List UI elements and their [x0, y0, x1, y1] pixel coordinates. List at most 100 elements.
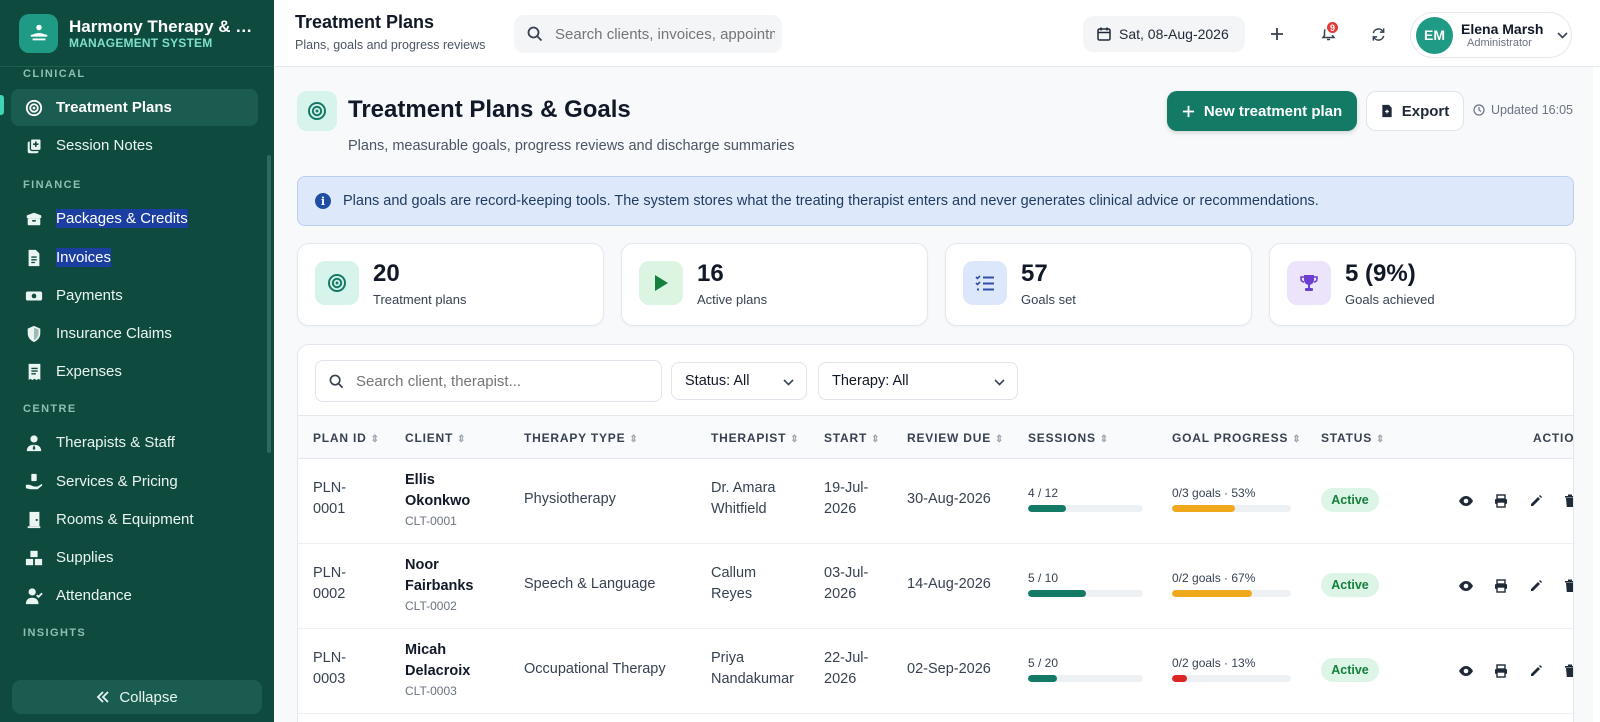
- date-picker[interactable]: Sat, 08-Aug-2026: [1083, 16, 1245, 52]
- active-indicator: [0, 95, 4, 115]
- page-right-edge: [1593, 67, 1600, 722]
- column-header-therapist[interactable]: THERAPIST ⇕: [711, 431, 799, 445]
- column-header-start[interactable]: START ⇕: [824, 431, 880, 445]
- print-button[interactable]: [1491, 491, 1511, 511]
- target-icon: [307, 101, 327, 121]
- sidebar-item-payments[interactable]: Payments: [11, 277, 258, 314]
- user-menu[interactable]: EM Elena Marsh Administrator: [1410, 12, 1572, 58]
- status-badge: Active: [1321, 658, 1379, 682]
- column-header-client[interactable]: CLIENT ⇕: [405, 431, 466, 445]
- therapist: Priya Nandakumar: [711, 650, 795, 687]
- plus-icon: [1182, 105, 1195, 118]
- stat-label: Goals achieved: [1345, 292, 1435, 307]
- sidebar-item-supplies[interactable]: Supplies: [11, 539, 258, 576]
- package-icon: [24, 209, 44, 229]
- search-icon: [329, 374, 344, 389]
- edit-button[interactable]: [1526, 491, 1546, 511]
- column-header-therapy-type[interactable]: THERAPY TYPE ⇕: [524, 431, 639, 445]
- stat-label: Treatment plans: [373, 292, 467, 307]
- goal-progress-fill: [1172, 675, 1188, 682]
- invoice-icon: [24, 248, 44, 268]
- column-header-actions: ACTIONS: [1533, 431, 1574, 445]
- global-search-input[interactable]: [555, 25, 775, 43]
- list-check-icon: [963, 261, 1007, 305]
- client-name: Micah: [405, 642, 447, 658]
- view-button[interactable]: [1456, 661, 1476, 681]
- edit-button[interactable]: [1526, 576, 1546, 596]
- stat-card-active-plans: 16 Active plans: [621, 243, 928, 326]
- eye-icon: [1459, 581, 1473, 591]
- table-search[interactable]: [315, 360, 662, 402]
- sidebar-item-packages-credits[interactable]: Packages & Credits: [11, 200, 258, 237]
- client-id: CLT-0002: [405, 599, 457, 613]
- new-treatment-plan-button[interactable]: New treatment plan: [1167, 91, 1357, 131]
- column-header-status[interactable]: STATUS ⇕: [1321, 431, 1385, 445]
- table-row[interactable]: PLN- 0001 Ellis Okonkwo CLT-0001 Physiotherap…: [298, 459, 1573, 544]
- view-button[interactable]: [1456, 491, 1476, 511]
- collapse-button[interactable]: Collapse: [12, 680, 262, 714]
- user-tie-icon: [24, 433, 44, 453]
- date-label: Sat, 08-Aug-2026: [1119, 26, 1229, 42]
- add-button[interactable]: [1265, 22, 1289, 46]
- collapse-label: Collapse: [119, 688, 178, 706]
- edit-button[interactable]: [1526, 661, 1546, 681]
- nav-section-insights: INSIGHTS: [23, 627, 87, 639]
- sidebar-scrollbar[interactable]: [267, 155, 271, 453]
- sidebar-item-invoices[interactable]: Invoices: [11, 239, 258, 276]
- sort-icon: ⇕: [1376, 434, 1386, 445]
- status-filter-select[interactable]: Status: All: [671, 362, 807, 400]
- note-add-icon: [24, 136, 44, 156]
- delete-button[interactable]: [1560, 491, 1573, 511]
- export-label: Export: [1401, 102, 1450, 120]
- new-treatment-plan-label: New treatment plan: [1203, 102, 1343, 120]
- global-search[interactable]: [514, 15, 782, 53]
- export-button[interactable]: Export: [1366, 91, 1464, 131]
- sidebar-item-session-notes[interactable]: Session Notes: [11, 127, 258, 164]
- column-header-plan-id[interactable]: PLAN ID ⇕: [313, 431, 380, 445]
- topbar-subtitle: Plans, goals and progress reviews: [295, 38, 486, 52]
- brand-logo-icon: [19, 13, 58, 53]
- avatar: EM: [1416, 16, 1453, 54]
- info-text: Plans and goals are record-keeping tools…: [343, 193, 1319, 209]
- client-cell[interactable]: Noor Fairbanks CLT-0002: [405, 555, 474, 615]
- brand-subtitle: MANAGEMENT SYSTEM: [69, 35, 213, 50]
- sidebar-item-label: Rooms & Equipment: [56, 511, 194, 528]
- client-cell[interactable]: Micah Delacroix CLT-0003: [405, 640, 470, 700]
- sidebar-item-rooms-equipment[interactable]: Rooms & Equipment: [11, 501, 258, 538]
- shield-icon: [24, 324, 44, 344]
- nav-section-centre: CENTRE: [23, 403, 77, 415]
- sidebar-item-therapists-staff[interactable]: Therapists & Staff: [11, 424, 258, 461]
- column-header-review-due[interactable]: REVIEW DUE ⇕: [907, 431, 1004, 445]
- table-search-input[interactable]: [356, 372, 646, 390]
- column-header-sessions[interactable]: SESSIONS ⇕: [1028, 431, 1109, 445]
- sidebar-item-insurance-claims[interactable]: Insurance Claims: [11, 315, 258, 352]
- delete-button[interactable]: [1560, 576, 1573, 596]
- sort-icon: ⇕: [370, 434, 380, 445]
- info-banner: i Plans and goals are record-keeping too…: [297, 176, 1574, 226]
- printer-icon: [1495, 664, 1507, 678]
- refresh-icon: [1371, 27, 1386, 42]
- clock-icon: [1473, 104, 1485, 116]
- sessions-progress-bar: [1028, 505, 1143, 512]
- trash-icon: [1565, 494, 1573, 507]
- view-button[interactable]: [1456, 576, 1476, 596]
- therapy-filter-select[interactable]: Therapy: All: [818, 362, 1018, 400]
- column-header-goal-progress[interactable]: GOAL PROGRESS ⇕: [1172, 431, 1301, 445]
- refresh-button[interactable]: [1366, 22, 1390, 46]
- delete-button[interactable]: [1560, 661, 1573, 681]
- goal-progress-bar: [1172, 675, 1291, 682]
- sidebar-item-attendance[interactable]: Attendance: [11, 577, 258, 614]
- sessions-progress-bar: [1028, 675, 1143, 682]
- updated-label: Updated 16:05: [1491, 103, 1574, 117]
- sidebar-item-label: Treatment Plans: [56, 99, 172, 116]
- print-button[interactable]: [1491, 576, 1511, 596]
- therapy-type: Physiotherapy: [524, 491, 616, 507]
- sidebar-item-services-pricing[interactable]: Services & Pricing: [11, 463, 258, 500]
- sidebar-item-treatment-plans[interactable]: Treatment Plans: [11, 89, 258, 126]
- double-chevron-left-icon: [96, 691, 110, 703]
- table-row[interactable]: PLN- 0002 Noor Fairbanks CLT-0002 Speech & La…: [298, 544, 1573, 629]
- client-cell[interactable]: Ellis Okonkwo CLT-0001: [405, 470, 470, 530]
- print-button[interactable]: [1491, 661, 1511, 681]
- table-row[interactable]: PLN- 0003 Micah Delacroix CLT-0003 Occupation…: [298, 629, 1573, 714]
- sidebar-item-expenses[interactable]: Expenses: [11, 353, 258, 390]
